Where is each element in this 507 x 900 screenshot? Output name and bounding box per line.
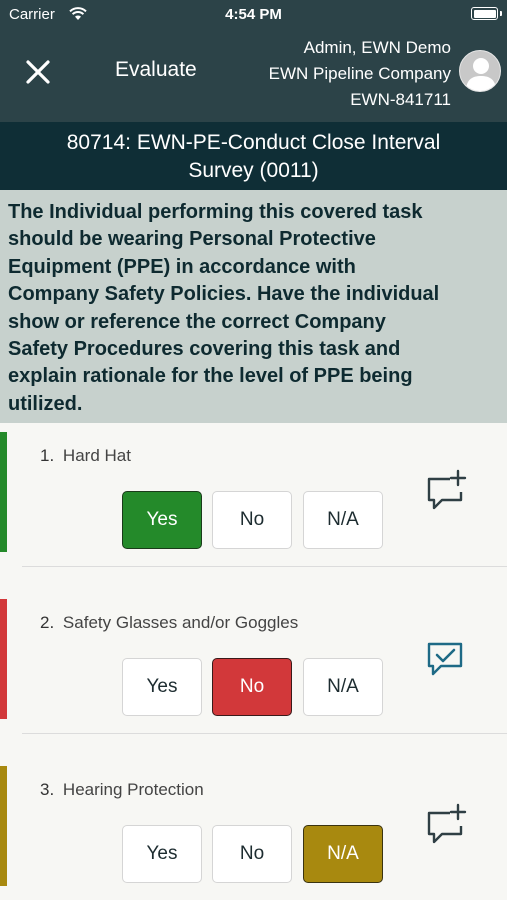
avatar[interactable]	[459, 50, 501, 92]
item-label: 1. Hard Hat	[40, 446, 131, 466]
app-header: Carrier 4:54 PM Evaluate Admin, EWN Demo…	[0, 0, 507, 122]
battery-tip	[500, 11, 502, 16]
item-number: 3.	[40, 780, 55, 799]
na-button[interactable]: N/A	[303, 825, 383, 883]
user-info: Admin, EWN Demo EWN Pipeline Company EWN…	[269, 35, 451, 113]
na-button[interactable]: N/A	[303, 658, 383, 716]
user-name: Admin, EWN Demo	[303, 38, 451, 57]
item-text: Hard Hat	[62, 446, 131, 465]
item-text: Safety Glasses and/or Goggles	[62, 613, 299, 632]
divider	[22, 733, 507, 734]
comment-check-icon[interactable]	[424, 635, 468, 679]
item-text: Hearing Protection	[62, 780, 204, 799]
close-icon[interactable]	[22, 56, 54, 88]
instruction-line: utilized.	[8, 392, 83, 415]
yes-button[interactable]: Yes	[122, 825, 202, 883]
checklist-item-hard-hat: 1. Hard Hat Yes No N/A	[0, 424, 507, 567]
item-number: 2.	[40, 613, 55, 632]
battery-icon	[471, 7, 498, 20]
comment-add-icon[interactable]	[424, 468, 468, 512]
comment-add-icon[interactable]	[424, 802, 468, 846]
instruction-line: explain rationale for the level of PPE b…	[8, 365, 413, 388]
item-number: 1.	[40, 446, 55, 465]
task-title: 80714: EWN-PE-Conduct Close Interval Sur…	[0, 122, 507, 190]
instruction-line: should be wearing Personal Protective	[8, 228, 376, 251]
status-bar-indicator	[0, 766, 7, 886]
checklist-item-safety-glasses: 2. Safety Glasses and/or Goggles Yes No …	[0, 591, 507, 734]
status-bar: Carrier 4:54 PM	[0, 0, 507, 30]
instruction-line: show or reference the correct Company	[8, 310, 386, 333]
item-label: 3. Hearing Protection	[40, 780, 204, 800]
instruction-line: Safety Procedures covering this task and	[8, 338, 401, 361]
instructions-panel: The Individual performing this covered t…	[0, 190, 507, 423]
checklist-item-hearing-protection: 3. Hearing Protection Yes No N/A	[0, 758, 507, 898]
status-bar-indicator	[0, 599, 7, 719]
person-icon	[466, 58, 496, 91]
company-name: EWN Pipeline Company	[268, 64, 451, 83]
clock: 4:54 PM	[225, 6, 282, 23]
yes-button[interactable]: Yes	[122, 491, 202, 549]
no-button[interactable]: No	[212, 825, 292, 883]
item-label: 2. Safety Glasses and/or Goggles	[40, 613, 298, 633]
page-title: Evaluate	[115, 58, 197, 81]
task-title-line: 80714: EWN-PE-Conduct Close Interval	[66, 131, 441, 154]
no-button[interactable]: No	[212, 658, 292, 716]
instruction-line: The Individual performing this covered t…	[8, 201, 423, 223]
na-button[interactable]: N/A	[303, 491, 383, 549]
status-bar-indicator	[0, 432, 7, 552]
divider	[22, 566, 507, 567]
instruction-line: Equipment (PPE) in accordance with	[8, 255, 356, 278]
no-button[interactable]: No	[212, 491, 292, 549]
user-id: EWN-841711	[350, 90, 451, 109]
task-title-line: Survey (0011)	[188, 159, 319, 182]
yes-button[interactable]: Yes	[122, 658, 202, 716]
instruction-line: Company Safety Policies. Have the indivi…	[8, 283, 440, 306]
